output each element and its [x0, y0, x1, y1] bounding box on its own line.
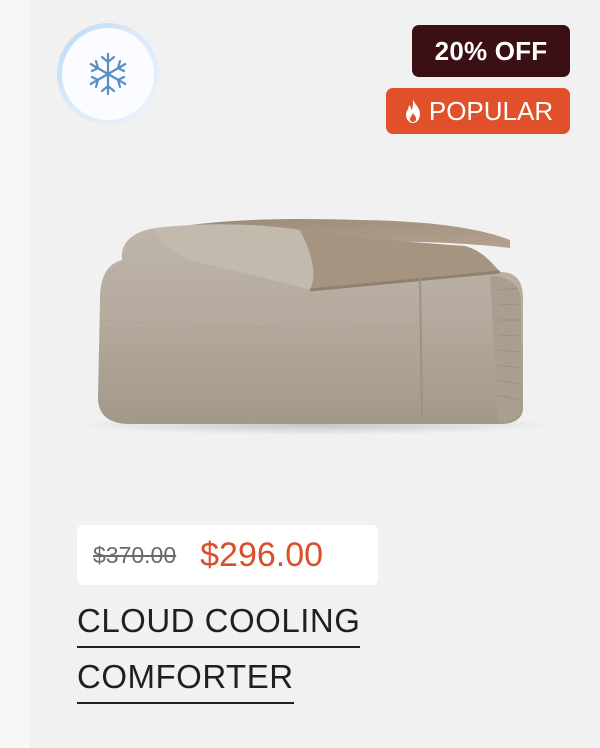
discount-label: 20% OFF: [434, 35, 548, 66]
product-title-link[interactable]: CLOUD COOLING COMFORTER: [77, 600, 477, 712]
popular-label: POPULAR: [428, 95, 554, 126]
product-title-line-1: CLOUD COOLING: [77, 600, 361, 648]
snowflake-icon: [89, 52, 127, 96]
discount-badge: 20% OFF: [412, 25, 570, 77]
price-box: $370.00 $296.00: [77, 525, 378, 585]
cooling-badge: [57, 23, 159, 125]
popular-badge: POPULAR: [386, 88, 570, 134]
product-image[interactable]: [60, 180, 580, 490]
sale-price: $296.00: [200, 535, 324, 574]
original-price: $370.00: [93, 541, 177, 568]
flame-icon: [405, 99, 420, 123]
product-title-line-2: COMFORTER: [77, 656, 294, 704]
